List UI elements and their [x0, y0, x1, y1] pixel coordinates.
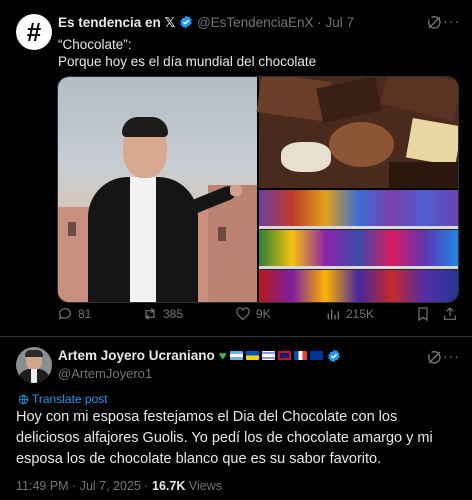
- reply-button[interactable]: 81: [57, 306, 91, 322]
- like-button[interactable]: 9K: [235, 306, 271, 322]
- post-date[interactable]: Jul 7: [326, 15, 355, 30]
- repost-icon: [145, 308, 155, 320]
- bookmark-button[interactable]: [415, 306, 431, 322]
- like-count: 9K: [256, 307, 271, 321]
- post-date[interactable]: Jul 7, 2025: [80, 479, 141, 493]
- repost-button[interactable]: 385: [142, 306, 183, 322]
- flag-uk-icon: [277, 351, 291, 360]
- verified-badge-icon: [180, 15, 192, 29]
- display-name[interactable]: Es tendencia en 𝕏: [58, 15, 175, 30]
- divider: [0, 336, 472, 337]
- post-time[interactable]: 11:49 PM: [16, 479, 69, 493]
- translate-label: Translate post: [32, 392, 108, 406]
- translate-link[interactable]: Translate post: [18, 392, 108, 406]
- more-icon[interactable]: ···: [443, 13, 460, 29]
- media-grid: [57, 76, 459, 303]
- flag-ukraine-icon: [245, 351, 259, 360]
- views-count: 215K: [346, 307, 375, 321]
- views-count: 16.7K: [152, 479, 186, 493]
- avatar-glyph: #: [26, 16, 42, 47]
- green-heart-icon: ♥: [218, 348, 227, 363]
- share-icon: [444, 307, 456, 320]
- post-text-line: “Chocolate”:: [58, 37, 132, 52]
- flag-argentina-icon: [229, 351, 243, 360]
- display-name[interactable]: Artem Joyero Ucraniano: [58, 348, 215, 363]
- bookmark-icon: [418, 307, 428, 322]
- post-text: Hoy con mi esposa festejamos el Dia del …: [16, 409, 433, 467]
- post-text: “Chocolate”: Porque hoy es el día mundia…: [58, 36, 458, 70]
- globe-icon: [18, 394, 29, 404]
- views-label: Views: [188, 479, 222, 493]
- handle[interactable]: @ArtemJoyero1: [58, 366, 152, 381]
- repost-count: 385: [163, 307, 184, 321]
- flag-israel-icon: [261, 351, 275, 360]
- avatar[interactable]: #: [16, 14, 52, 50]
- flag-france-icon: [293, 351, 307, 360]
- post-header: Es tendencia en 𝕏 @EsTendenciaEnX · Jul …: [58, 15, 458, 31]
- reply-icon: [58, 308, 71, 320]
- share-button[interactable]: [442, 306, 458, 322]
- action-bar: 81 385 9K 215K: [57, 306, 462, 328]
- views-button[interactable]: 215K: [325, 306, 374, 322]
- photo-shelf[interactable]: [259, 190, 458, 302]
- grok-icon[interactable]: [427, 350, 442, 370]
- post-meta: 11:49 PM · Jul 7, 2025 · 16.7K Views: [16, 479, 222, 493]
- verified-badge-icon: [327, 349, 340, 362]
- handle[interactable]: @EsTendenciaEnX: [197, 15, 314, 30]
- dot-separator: ·: [317, 15, 322, 30]
- post-text-line: Porque hoy es el día mundial del chocola…: [58, 54, 317, 69]
- dot-separator: ·: [72, 479, 77, 493]
- grok-icon[interactable]: [427, 15, 442, 35]
- dot-separator: ·: [144, 479, 149, 493]
- reply-count: 81: [78, 307, 92, 321]
- more-icon[interactable]: ···: [443, 348, 460, 364]
- photo-man[interactable]: [58, 77, 257, 302]
- avatar[interactable]: [16, 347, 52, 383]
- flag-eu-icon: [309, 351, 323, 360]
- post-header: Artem Joyero Ucraniano ♥: [58, 348, 341, 363]
- photo-chocolate[interactable]: [256, 77, 458, 188]
- like-icon: [236, 307, 250, 321]
- views-icon: [327, 309, 339, 320]
